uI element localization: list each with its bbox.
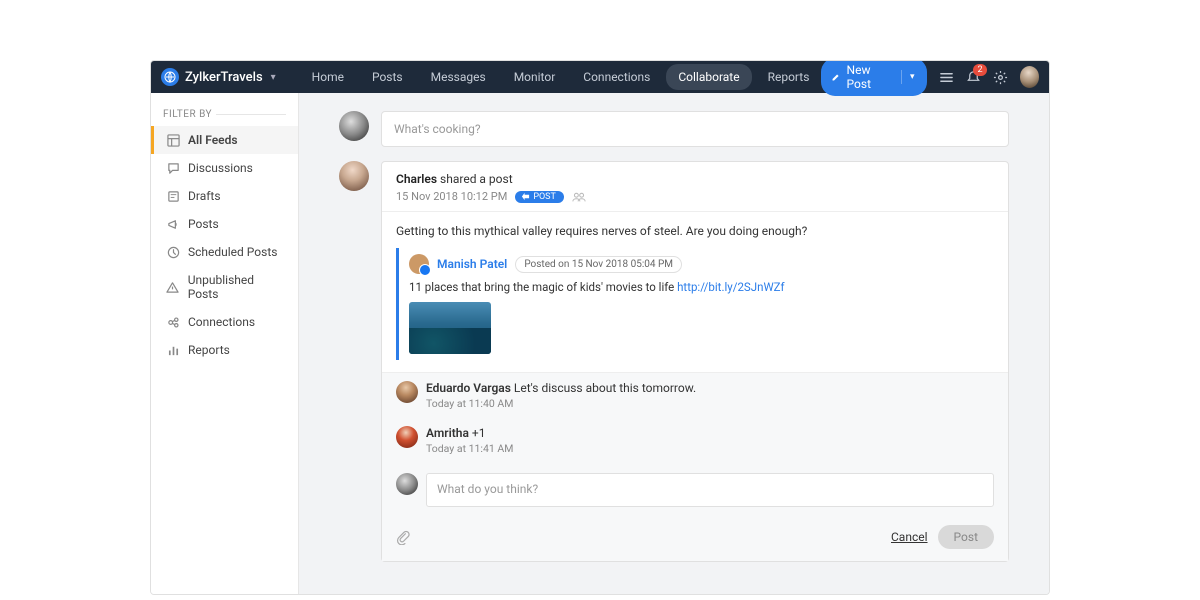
post-author[interactable]: Charles <box>396 172 437 186</box>
shared-post: Manish Patel Posted on 15 Nov 2018 05:04… <box>396 248 994 360</box>
reply-avatar <box>396 473 418 495</box>
sidebar-item-connections[interactable]: Connections <box>151 308 298 336</box>
reports-icon <box>166 343 180 357</box>
comment-text: Let's discuss about this tomorrow. <box>511 381 696 395</box>
user-avatar[interactable] <box>1020 66 1039 88</box>
comment-time: Today at 11:40 AM <box>426 397 994 410</box>
new-post-label: New Post <box>847 63 890 91</box>
sidebar-item-label: Reports <box>188 343 230 357</box>
cancel-button[interactable]: Cancel <box>891 530 928 544</box>
warn-icon <box>166 280 180 294</box>
sidebar-item-unpublished-posts[interactable]: Unpublished Posts <box>151 266 298 308</box>
nav-item-connections[interactable]: Connections <box>571 64 662 90</box>
brand-logo <box>161 68 179 86</box>
draft-icon <box>166 189 180 203</box>
post-body-text: Getting to this mythical valley requires… <box>396 224 994 238</box>
post-timestamp: 15 Nov 2018 10:12 PM <box>396 190 507 203</box>
post-author-avatar <box>339 161 369 191</box>
megaphone-icon <box>166 217 180 231</box>
filter-header: FILTER BY <box>163 109 212 120</box>
connections-icon <box>166 315 180 329</box>
nav-item-messages[interactable]: Messages <box>419 64 498 90</box>
chevron-down-icon: ▾ <box>271 72 276 83</box>
feed-icon <box>166 133 180 147</box>
post-card: Charles shared a post 15 Nov 2018 10:12 … <box>381 161 1009 562</box>
comments-section: Eduardo Vargas Let's discuss about this … <box>382 372 1008 561</box>
post-type-badge: POST <box>515 191 564 203</box>
sidebar-item-label: Drafts <box>188 189 221 203</box>
sidebar-item-scheduled-posts[interactable]: Scheduled Posts <box>151 238 298 266</box>
comment-time: Today at 11:41 AM <box>426 442 994 455</box>
sidebar-item-discussions[interactable]: Discussions <box>151 154 298 182</box>
sidebar-item-label: All Feeds <box>188 133 238 147</box>
sidebar-item-all-feeds[interactable]: All Feeds <box>151 126 298 154</box>
shared-timestamp: Posted on 15 Nov 2018 05:04 PM <box>515 256 682 273</box>
clock-icon <box>166 245 180 259</box>
attachment-icon[interactable] <box>396 530 411 545</box>
new-post-button[interactable]: New Post ▾ <box>821 60 926 96</box>
shared-author[interactable]: Manish Patel <box>437 257 507 271</box>
main-nav: HomePostsMessagesMonitorConnectionsColla… <box>300 64 822 90</box>
shared-image[interactable] <box>409 302 491 354</box>
comment-author[interactable]: Eduardo Vargas <box>426 381 511 395</box>
audience-icon <box>572 191 586 203</box>
composer-avatar <box>339 111 369 141</box>
comment-item: Eduardo Vargas Let's discuss about this … <box>382 373 1008 418</box>
shared-author-avatar <box>409 254 429 274</box>
settings-icon[interactable] <box>993 70 1008 85</box>
post-button[interactable]: Post <box>938 525 994 549</box>
sidebar-item-label: Posts <box>188 217 219 231</box>
post-action: shared a post <box>437 172 513 186</box>
comment-avatar <box>396 381 418 403</box>
divider <box>216 114 286 115</box>
brand-switcher[interactable]: ZylkerTravels ▾ <box>161 68 276 86</box>
list-icon[interactable] <box>939 70 954 85</box>
reply-input[interactable]: What do you think? <box>426 473 994 507</box>
sidebar-item-label: Discussions <box>188 161 253 175</box>
nav-item-reports[interactable]: Reports <box>756 64 822 90</box>
sidebar-item-posts[interactable]: Posts <box>151 210 298 238</box>
chat-icon <box>166 161 180 175</box>
composer-input[interactable]: What's cooking? <box>381 111 1009 147</box>
shared-link[interactable]: http://bit.ly/2SJnWZf <box>677 280 784 294</box>
nav-item-monitor[interactable]: Monitor <box>502 64 568 90</box>
pencil-icon <box>831 72 840 83</box>
notification-badge: 2 <box>973 64 986 76</box>
shared-text: 11 places that bring the magic of kids' … <box>409 280 677 294</box>
nav-item-posts[interactable]: Posts <box>360 64 415 90</box>
sidebar-item-drafts[interactable]: Drafts <box>151 182 298 210</box>
sidebar-item-label: Scheduled Posts <box>188 245 277 259</box>
sidebar-item-label: Connections <box>188 315 255 329</box>
chevron-down-icon: ▾ <box>910 72 915 82</box>
brand-name: ZylkerTravels <box>185 70 263 85</box>
nav-item-home[interactable]: Home <box>300 64 356 90</box>
comment-avatar <box>396 426 418 448</box>
comment-text: +1 <box>469 426 486 440</box>
sidebar: FILTER BY All Feeds Discussions Drafts Post… <box>151 93 299 594</box>
nav-item-collaborate[interactable]: Collaborate <box>666 64 751 90</box>
sidebar-item-reports[interactable]: Reports <box>151 336 298 364</box>
comment-item: Amritha +1 Today at 11:41 AM <box>382 418 1008 463</box>
comment-author[interactable]: Amritha <box>426 426 469 440</box>
notifications-icon[interactable]: 2 <box>966 70 981 85</box>
sidebar-item-label: Unpublished Posts <box>188 273 286 301</box>
